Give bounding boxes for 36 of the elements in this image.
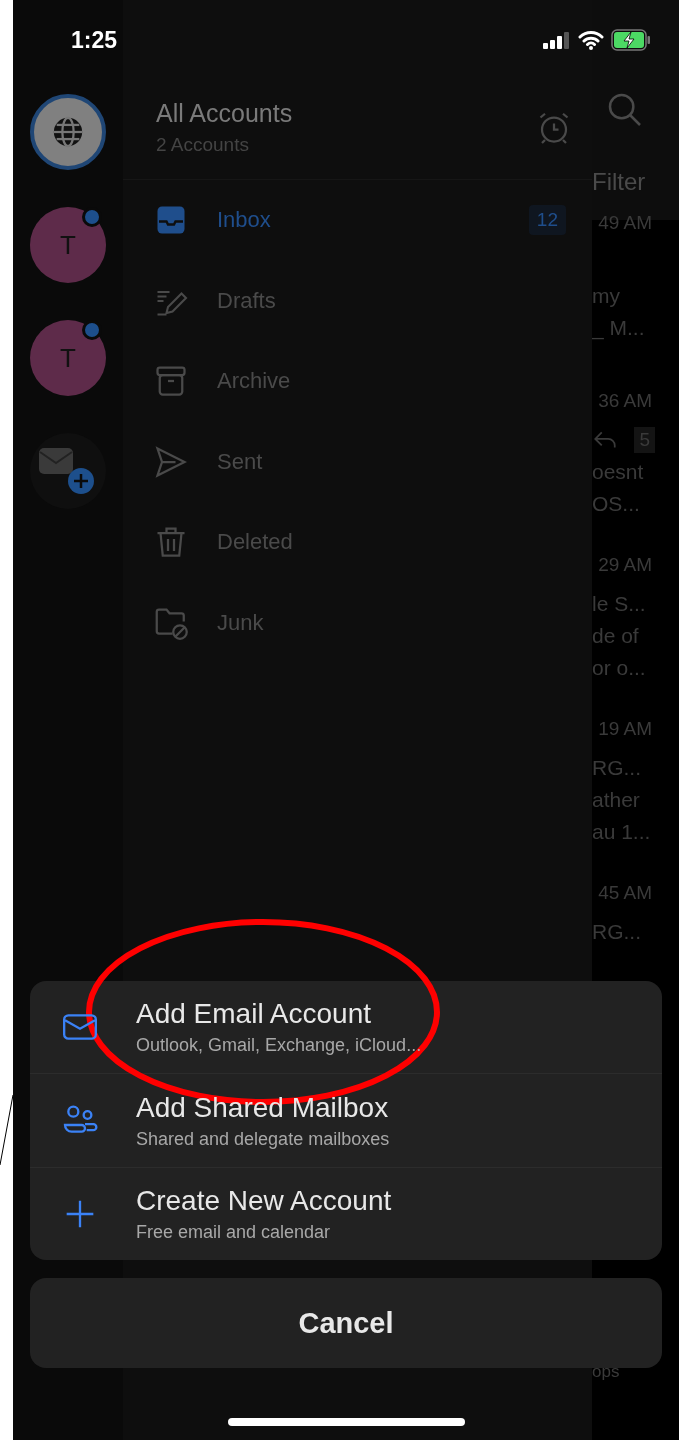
message-time: 45 AM	[597, 881, 653, 905]
account-avatar[interactable]: T	[30, 320, 106, 396]
action-sheet-option[interactable]: Add Email Account Outlook, Gmail, Exchange, iCloud...	[30, 980, 662, 1074]
globe-icon	[51, 115, 85, 149]
unread-count: 12	[528, 205, 566, 236]
message-preview-text: _ M...	[592, 315, 646, 342]
message-preview-text: OS...	[592, 491, 641, 517]
folder-item[interactable]: Junk	[123, 582, 592, 663]
folder-item[interactable]: Archive	[123, 341, 592, 422]
filter-button[interactable]: Filter	[592, 160, 679, 204]
message-time: 49 AM	[597, 211, 653, 235]
message-preview-text: de of	[592, 623, 640, 649]
message-preview-text: RG...	[592, 755, 642, 781]
message-preview-text: or o...	[592, 655, 647, 681]
message-preview-text: au 1...	[592, 819, 652, 845]
message-preview-text: RG...	[592, 919, 642, 945]
action-sheet-option[interactable]: Create New Account Free email and calendar	[30, 1167, 662, 1260]
message-preview-text: my	[592, 283, 621, 309]
message-preview-text: oesnt	[592, 459, 645, 485]
cancel-button[interactable]: Cancel	[30, 1278, 662, 1368]
folder-item[interactable]: Sent	[123, 421, 592, 502]
folder-item[interactable]: Inbox 12	[123, 180, 592, 261]
message-preview-text: le S...	[592, 591, 647, 617]
message-preview-text: ather	[592, 787, 641, 813]
folder-item[interactable]: Deleted	[123, 502, 592, 583]
folder-item[interactable]: Drafts	[123, 260, 592, 341]
status-time: 1:25	[71, 26, 118, 54]
account-avatar[interactable]: T	[30, 207, 106, 283]
drawer-title: All Accounts	[156, 98, 293, 128]
signal-icon	[543, 31, 571, 49]
wifi-icon	[578, 30, 604, 50]
reply-arrow-icon	[592, 429, 618, 451]
message-time: 19 AM	[597, 717, 653, 741]
message-time: 36 AM	[597, 389, 653, 413]
message-time: 29 AM	[597, 553, 653, 577]
battery-charging-icon	[611, 29, 651, 51]
